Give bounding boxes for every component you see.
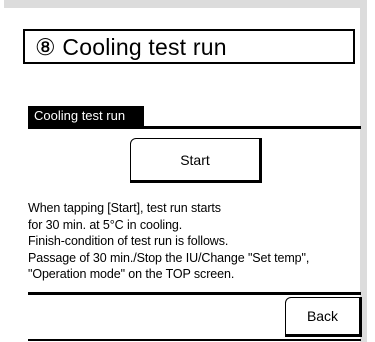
section-label: Cooling test run — [28, 106, 144, 126]
footer-divider — [28, 292, 361, 295]
description-text: When tapping [Start], test run starts fo… — [28, 200, 363, 283]
page-title: ⑧ Cooling test run — [35, 34, 227, 60]
section-divider — [28, 126, 361, 129]
description-line: "Operation mode" on the TOP screen. — [28, 267, 235, 282]
start-button[interactable]: Start — [130, 138, 262, 183]
bottom-divider — [28, 339, 361, 341]
description-line: Passage of 30 min./Stop the IU/Change "S… — [28, 250, 310, 265]
back-button[interactable]: Back — [285, 297, 362, 337]
description-line: for 30 min. at 5°C in cooling. — [28, 217, 183, 232]
description-line: Finish-condition of test run is follows. — [28, 234, 229, 249]
title-box: ⑧ Cooling test run — [23, 29, 355, 64]
description-line: When tapping [Start], test run starts — [28, 201, 221, 215]
